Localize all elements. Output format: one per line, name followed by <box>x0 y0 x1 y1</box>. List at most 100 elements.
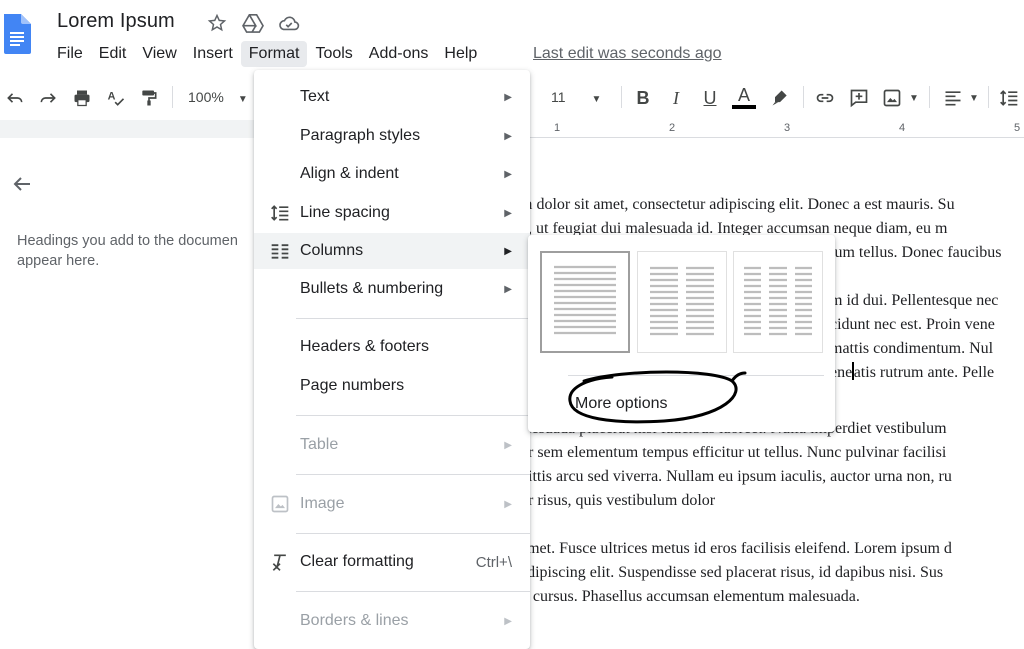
svg-text:A: A <box>108 91 116 103</box>
insert-image-icon[interactable] <box>880 86 904 110</box>
bold-button[interactable]: B <box>631 86 655 110</box>
insert-link-icon[interactable] <box>813 86 837 110</box>
menu-addons[interactable]: Add-ons <box>361 41 437 67</box>
menu-item-label: Align & indent <box>300 165 399 182</box>
font-size-select[interactable]: 11 ▼ <box>551 89 601 105</box>
menu-separator <box>296 533 530 534</box>
format-menu-align-indent[interactable]: Align & indent ▶ <box>254 156 530 192</box>
format-menu-columns[interactable]: Columns ▶ <box>254 233 530 269</box>
one-column-option[interactable] <box>540 251 630 353</box>
submenu-arrow-icon: ▶ <box>504 439 512 451</box>
document-title[interactable]: Lorem Ipsum <box>57 10 175 33</box>
menu-separator <box>296 591 530 592</box>
chevron-down-icon: ▼ <box>237 94 248 105</box>
more-options-link[interactable]: More options <box>575 395 668 413</box>
format-menu: Text ▶ Paragraph styles ▶ Align & indent… <box>254 70 530 649</box>
menu-tools[interactable]: Tools <box>307 41 360 67</box>
toolbar-separator <box>929 86 930 108</box>
format-menu-paragraph-styles[interactable]: Paragraph styles ▶ <box>254 118 530 154</box>
outline-hint-line: Headings you add to the documen <box>17 233 238 249</box>
google-docs-window: Lorem Ipsum File Edit View Insert Format… <box>0 0 1024 649</box>
spellcheck-icon[interactable]: A <box>104 86 128 110</box>
chevron-down-icon[interactable]: ▼ <box>962 86 986 110</box>
highlight-color-icon[interactable] <box>768 86 792 110</box>
doc-line: or risus, quis vestibulum dolor <box>520 492 716 509</box>
submenu-arrow-icon: ▶ <box>504 245 512 257</box>
google-docs-logo-icon[interactable] <box>2 10 31 56</box>
submenu-arrow-icon: ▶ <box>504 91 512 103</box>
menubar: File Edit View Insert Format Tools Add-o… <box>49 40 485 68</box>
doc-line: amet. Fusce ultrices metus id eros facil… <box>520 540 952 557</box>
ruler-number: 1 <box>554 122 561 134</box>
print-icon[interactable] <box>70 86 94 110</box>
ruler-number: 2 <box>669 122 676 134</box>
format-menu-line-spacing[interactable]: Line spacing ▶ <box>254 195 530 231</box>
text-color-swatch <box>732 105 756 109</box>
menu-item-label: Line spacing <box>300 204 390 221</box>
menu-item-label: Bullets & numbering <box>300 280 444 297</box>
move-to-drive-icon[interactable] <box>241 11 265 35</box>
chevron-down-icon: ▼ <box>591 94 602 105</box>
paint-format-icon[interactable] <box>137 86 161 110</box>
last-edit-link[interactable]: Last edit was seconds ago <box>533 45 722 63</box>
redo-icon[interactable] <box>36 86 60 110</box>
ruler-number: 3 <box>784 122 791 134</box>
two-columns-preview-icon <box>650 266 714 336</box>
underline-button[interactable]: U <box>698 86 722 110</box>
menu-edit[interactable]: Edit <box>91 41 135 67</box>
two-columns-option[interactable] <box>637 251 727 353</box>
line-spacing-icon[interactable] <box>997 86 1021 110</box>
one-column-preview-icon <box>554 265 616 335</box>
format-menu-headers-footers[interactable]: Headers & footers <box>254 329 530 365</box>
ruler-number: 4 <box>899 122 906 134</box>
title-icons <box>205 11 301 35</box>
menu-view[interactable]: View <box>134 41 184 67</box>
header: Lorem Ipsum File Edit View Insert Format… <box>0 0 1024 72</box>
menu-item-label: Table <box>300 436 339 453</box>
add-comment-icon[interactable] <box>847 86 871 110</box>
format-menu-bullets-numbering[interactable]: Bullets & numbering ▶ <box>254 271 530 307</box>
outline-hint-line: appear here. <box>17 253 100 269</box>
three-columns-option[interactable] <box>733 251 823 353</box>
italic-button[interactable]: I <box>664 86 688 110</box>
close-outline-arrow-icon[interactable] <box>10 172 34 196</box>
text-color-letter: A <box>737 85 750 105</box>
horizontal-ruler[interactable]: 1 2 3 4 5 <box>530 120 1024 138</box>
menu-separator <box>296 415 530 416</box>
menu-separator <box>296 474 530 475</box>
toolbar-separator <box>803 86 804 108</box>
line-spacing-icon <box>268 201 292 225</box>
submenu-arrow-icon: ▶ <box>504 498 512 510</box>
menu-item-label: Columns <box>300 242 364 259</box>
three-columns-preview-icon <box>744 266 812 336</box>
menu-item-label: Page numbers <box>300 377 405 394</box>
zoom-select[interactable]: 100% ▼ <box>188 89 248 105</box>
format-menu-image: Image ▶ <box>254 486 530 522</box>
menu-separator <box>296 318 530 319</box>
submenu-arrow-icon: ▶ <box>504 615 512 627</box>
menu-file[interactable]: File <box>49 41 91 67</box>
submenu-arrow-icon: ▶ <box>504 168 512 180</box>
star-icon[interactable] <box>205 11 229 35</box>
menu-help[interactable]: Help <box>436 41 485 67</box>
format-menu-page-numbers[interactable]: Page numbers <box>254 368 530 404</box>
format-menu-text[interactable]: Text ▶ <box>254 79 530 115</box>
undo-icon[interactable] <box>3 86 27 110</box>
format-menu-clear-formatting[interactable]: Clear formatting Ctrl+\ <box>254 544 530 580</box>
toolbar-separator <box>621 86 622 108</box>
doc-line: adipiscing elit. Suspendisse sed placera… <box>520 564 944 581</box>
zoom-value: 100% <box>188 89 224 105</box>
submenu-arrow-icon: ▶ <box>504 130 512 142</box>
outline-hint: Headings you add to the documen appear h… <box>17 231 257 271</box>
menu-format[interactable]: Format <box>240 41 308 67</box>
chevron-down-icon[interactable]: ▼ <box>902 86 926 110</box>
format-menu-table: Table ▶ <box>254 427 530 463</box>
menu-item-label: Paragraph styles <box>300 127 421 144</box>
toolbar-separator <box>172 86 173 108</box>
ruler-number: 5 <box>1014 122 1021 134</box>
doc-line: m dolor sit amet, consectetur adipiscing… <box>520 196 955 213</box>
toolbar-separator <box>988 86 989 108</box>
cloud-saved-icon[interactable] <box>277 11 301 35</box>
text-color-button[interactable]: A <box>732 86 756 110</box>
menu-insert[interactable]: Insert <box>185 41 241 67</box>
